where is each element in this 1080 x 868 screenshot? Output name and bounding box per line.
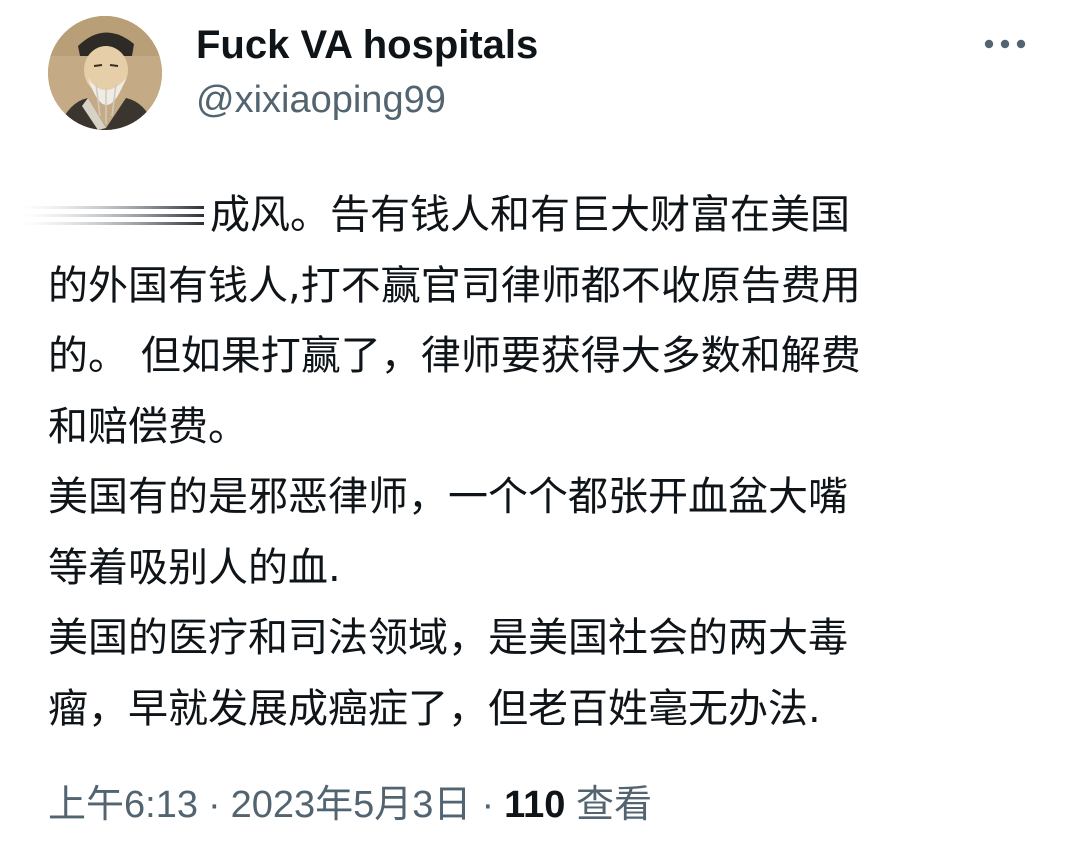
tweet-text-line-3: 的。 但如果打赢了，律师要获得大多数和解费 bbox=[48, 333, 861, 379]
views-count: 110 bbox=[504, 784, 566, 826]
tweet-text-line: 成风。告有钱人和有巨大财富在美国 bbox=[20, 180, 1048, 251]
tweet-metadata: 上午6:13 · 2023年5月3日 · 110 查看 bbox=[48, 776, 652, 832]
tweet-text-line-1: 成风。告有钱人和有巨大财富在美国 bbox=[210, 192, 850, 238]
views-label: 查看 bbox=[575, 782, 652, 826]
more-horizontal-icon bbox=[984, 39, 1026, 49]
avatar-portrait-icon bbox=[48, 16, 162, 130]
tweet-date[interactable]: 2023年5月3日 bbox=[231, 784, 472, 826]
tweet-card: Fuck VA hospitals @xixiaoping99 成风。告有钱人和… bbox=[0, 0, 1080, 868]
author-handle[interactable]: @xixiaoping99 bbox=[196, 76, 446, 124]
author-display-name[interactable]: Fuck VA hospitals bbox=[196, 20, 538, 70]
tweet-text-line-2: 的外国有钱人,打不赢官司律师都不收原告费用 bbox=[48, 262, 861, 309]
avatar[interactable] bbox=[48, 16, 162, 130]
tweet-text-line-8: 瘤，早就发展成癌症了，但老百姓毫无办法. bbox=[48, 685, 821, 732]
metadata-separator: · bbox=[481, 784, 495, 826]
tweet-text-line-4: 和赔偿费。 bbox=[48, 403, 248, 450]
tweet-text-line-7: 美国的医疗和司法领域，是美国社会的两大毒 bbox=[48, 615, 848, 661]
metadata-separator: · bbox=[207, 784, 221, 826]
tweet-text-line-5: 美国有的是邪恶律师，一个个都张开血盆大嘴 bbox=[48, 474, 848, 520]
tweet-time[interactable]: 上午6:13 bbox=[48, 784, 198, 826]
tweet-text: 成风。告有钱人和有巨大财富在美国 的外国有钱人,打不赢官司律师都不收原告费用 的… bbox=[20, 180, 1048, 744]
more-options-button[interactable] bbox=[980, 26, 1030, 62]
redaction-smear bbox=[20, 194, 210, 234]
tweet-text-line-6: 等着吸别人的血. bbox=[48, 544, 341, 591]
tweet-header: Fuck VA hospitals @xixiaoping99 bbox=[48, 14, 1048, 132]
